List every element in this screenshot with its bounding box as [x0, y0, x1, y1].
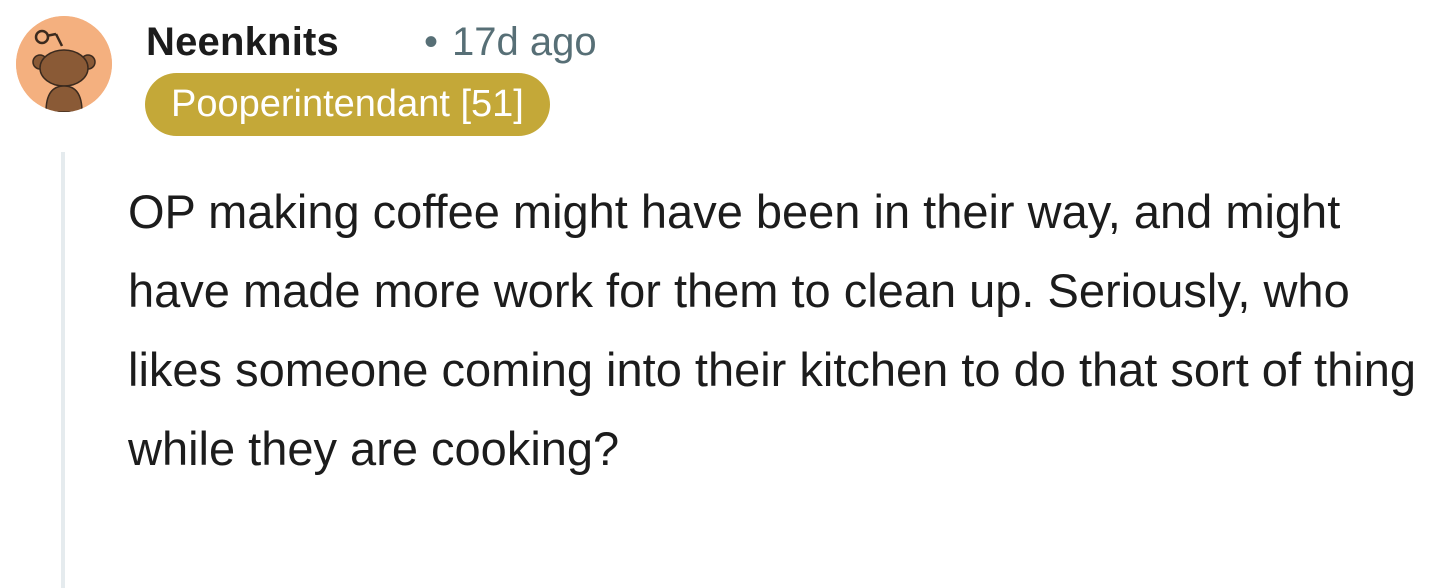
- user-flair: Pooperintendant [51]: [145, 73, 550, 136]
- thread-line[interactable]: [61, 152, 65, 588]
- comment-author[interactable]: Neenknits: [146, 14, 339, 70]
- comment-meta: • 17d ago: [424, 14, 597, 70]
- comment-timestamp[interactable]: 17d ago: [452, 20, 597, 64]
- meta-separator: •: [424, 20, 439, 64]
- comment-body: OP making coffee might have been in thei…: [128, 185, 1416, 475]
- user-avatar[interactable]: [16, 16, 112, 112]
- snoo-avatar-icon: [16, 16, 112, 112]
